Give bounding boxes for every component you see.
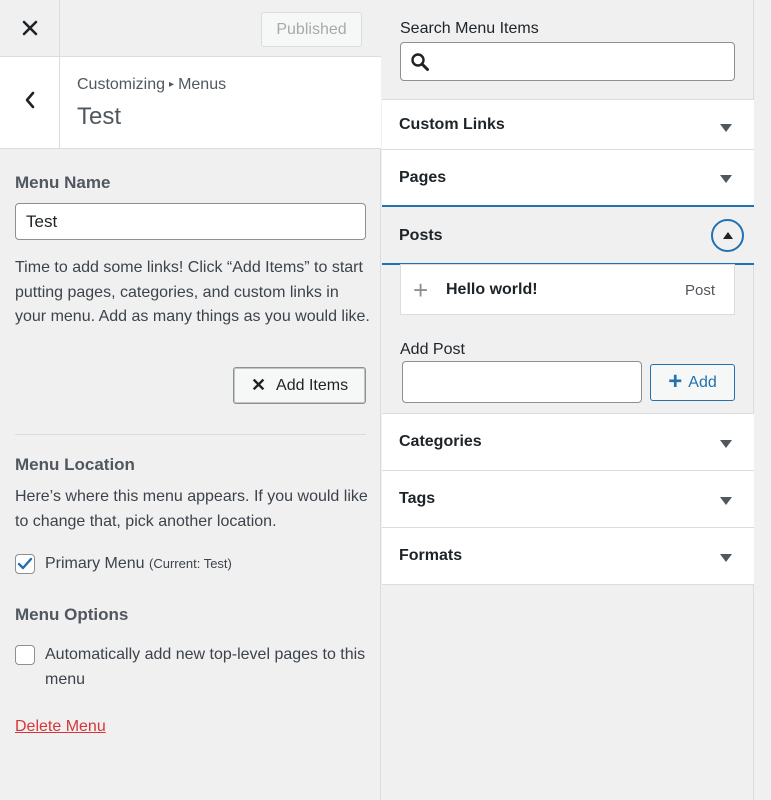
close-button[interactable] [0,0,60,57]
section-title: Custom Links [399,116,505,133]
list-item[interactable]: + Hello world! Post [400,264,735,315]
page-title: Test [77,103,122,130]
search-label: Search Menu Items [400,20,539,37]
customizer-header: Published [0,0,381,57]
breadcrumb-parent: Customizing [77,76,166,93]
search-input[interactable] [437,43,727,80]
chevron-down-icon [720,175,732,183]
menu-help-text: Time to add some links! Click “Add Items… [15,259,370,325]
menu-name-label: Menu Name [15,173,111,192]
add-post-button[interactable]: + Add [650,364,735,401]
menu-location-help: Here’s where this menu appears. If you w… [15,488,368,530]
chevron-down-icon [720,124,732,132]
breadcrumb: Customizing ▸ Menus [77,76,226,94]
post-type: Post [684,282,715,299]
menu-name-input[interactable] [15,203,366,240]
auto-add-label: Automatically add new top-level pages to… [45,646,366,688]
add-post-label: Add Post [400,341,465,358]
plus-icon: + [668,367,683,395]
customizer-sidebar: Published Customizing ▸ Menus Test Menu Na… [0,0,381,800]
divider [15,434,366,435]
chevron-down-icon [720,440,732,448]
plus-icon: + [413,275,429,305]
section-title: Tags [399,490,436,507]
auto-add-option[interactable]: Automatically add new top-level pages to… [15,645,366,692]
add-button-label: Add [688,373,717,391]
section-title: Categories [399,433,482,450]
primary-menu-option[interactable]: Primary Menu (Current: Test) [15,554,232,577]
section-title: Posts [399,227,443,244]
chevron-down-icon [720,554,732,562]
back-button[interactable] [0,57,60,148]
search-icon [410,52,430,77]
section-title: Formats [399,547,463,564]
section-header: Customizing ▸ Menus Test [0,57,381,149]
breadcrumb-separator: ▸ [169,79,175,90]
posts-section[interactable]: Posts [382,205,754,265]
primary-menu-checkbox[interactable] [15,554,35,574]
section-title: Pages [399,169,447,186]
primary-menu-text: Primary Menu [45,555,145,572]
available-menu-items: Search Menu Items Custom Links Pages Pos… [382,0,754,800]
chevron-up-icon [722,232,733,239]
add-items-label: Add Items [276,376,349,394]
categories-section[interactable]: Categories [382,413,754,471]
primary-menu-label: Primary Menu (Current: Test) [45,552,232,577]
chevron-down-icon [720,497,732,505]
add-post-input[interactable] [402,361,642,403]
delete-menu-link[interactable]: Delete Menu [15,718,106,736]
auto-add-checkbox[interactable] [15,645,35,665]
add-items-button[interactable]: ✕ Add Items [233,367,366,404]
scrollbar-track[interactable] [754,0,771,800]
collapse-button[interactable] [711,219,744,252]
primary-menu-current: (Current: Test) [149,556,232,571]
custom-links-section[interactable]: Custom Links [382,99,754,150]
post-title: Hello world! [446,281,538,298]
checkmark-icon [17,557,33,570]
chevron-left-icon [24,91,36,114]
formats-section[interactable]: Formats [382,527,754,585]
close-icon [22,16,38,42]
close-icon: ✕ [250,375,267,395]
breadcrumb-current: Menus [178,76,227,93]
menu-location-label: Menu Location [15,455,135,474]
search-box[interactable] [400,42,735,81]
published-button[interactable]: Published [261,12,362,47]
tags-section[interactable]: Tags [382,470,754,528]
menu-options-label: Menu Options [15,605,129,624]
pages-section[interactable]: Pages [382,149,754,206]
